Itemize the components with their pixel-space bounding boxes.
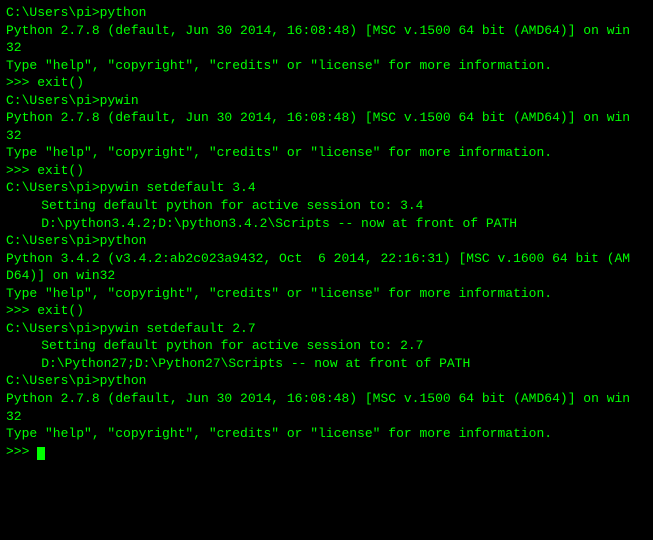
terminal-line-23: C:\Users\pi>pywin setdefault 2.7 xyxy=(6,320,647,338)
terminal-window[interactable]: C:\Users\pi>pythonPython 2.7.8 (default,… xyxy=(0,0,653,540)
terminal-line-2: 32 xyxy=(6,39,647,57)
terminal-line-15: D:\python3.4.2;D:\python3.4.2\Scripts --… xyxy=(6,215,647,233)
terminal-line-19: D64)] on win32 xyxy=(6,267,647,285)
terminal-line-12: C:\Users\pi>pywin setdefault 3.4 xyxy=(6,179,647,197)
terminal-line-6: C:\Users\pi>pywin xyxy=(6,92,647,110)
terminal-line-28: C:\Users\pi>python xyxy=(6,372,647,390)
terminal-line-1: Python 2.7.8 (default, Jun 30 2014, 16:0… xyxy=(6,22,647,40)
terminal-line-32: >>> xyxy=(6,443,647,461)
cursor xyxy=(37,447,45,460)
terminal-line-7: Python 2.7.8 (default, Jun 30 2014, 16:0… xyxy=(6,109,647,127)
terminal-line-20: Type "help", "copyright", "credits" or "… xyxy=(6,285,647,303)
terminal-line-18: Python 3.4.2 (v3.4.2:ab2c023a9432, Oct 6… xyxy=(6,250,647,268)
terminal-line-4: >>> exit() xyxy=(6,74,647,92)
terminal-line-25: Setting default python for active sessio… xyxy=(6,337,647,355)
terminal-line-31: Type "help", "copyright", "credits" or "… xyxy=(6,425,647,443)
terminal-line-14: Setting default python for active sessio… xyxy=(6,197,647,215)
terminal-line-10: >>> exit() xyxy=(6,162,647,180)
terminal-line-17: C:\Users\pi>python xyxy=(6,232,647,250)
terminal-line-30: 32 xyxy=(6,408,647,426)
terminal-line-8: 32 xyxy=(6,127,647,145)
terminal-line-29: Python 2.7.8 (default, Jun 30 2014, 16:0… xyxy=(6,390,647,408)
terminal-line-21: >>> exit() xyxy=(6,302,647,320)
terminal-line-26: D:\Python27;D:\Python27\Scripts -- now a… xyxy=(6,355,647,373)
terminal-line-0: C:\Users\pi>python xyxy=(6,4,647,22)
terminal-line-3: Type "help", "copyright", "credits" or "… xyxy=(6,57,647,75)
terminal-line-9: Type "help", "copyright", "credits" or "… xyxy=(6,144,647,162)
